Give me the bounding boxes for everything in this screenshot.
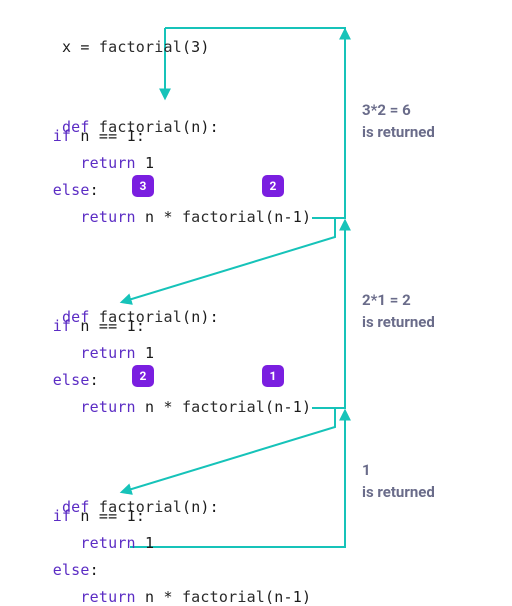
kw-else: else xyxy=(53,181,90,199)
kw-return: return xyxy=(80,208,135,226)
block2-return1: return 1 xyxy=(25,344,154,362)
block1-else: else: xyxy=(25,181,99,199)
ret1-b: is returned xyxy=(362,123,435,141)
block3-else: else: xyxy=(25,561,99,579)
block3-if: if n == 1: xyxy=(25,507,145,525)
block2-else: else: xyxy=(25,371,99,389)
block1-return-rec: return n * factorial(n-1) xyxy=(25,208,311,226)
badge-n-3: 3 xyxy=(132,175,154,197)
kw-return: return xyxy=(80,154,135,172)
badge-arg-2: 2 xyxy=(262,175,284,197)
recursion-diagram: x = factorial(3) def factorial(n): if n … xyxy=(0,0,512,606)
ret3-a: 1 xyxy=(362,461,371,479)
badge-arg-1: 1 xyxy=(262,365,284,387)
ret2-b: is returned xyxy=(362,313,435,331)
var-assign: x = xyxy=(62,38,99,56)
arg-three: (3) xyxy=(182,38,210,56)
block1-if: if n == 1: xyxy=(25,127,145,145)
block3-return1: return 1 xyxy=(25,534,154,552)
fn-name: factorial xyxy=(99,38,182,56)
ret1-a: 3*2 = 6 xyxy=(362,101,411,119)
annotation-return-2: 2*1 = 2 is returned xyxy=(362,290,435,334)
badge-n-2: 2 xyxy=(132,365,154,387)
initial-call: x = factorial(3) xyxy=(25,20,210,74)
param-n: n xyxy=(191,118,200,136)
annotation-return-6: 3*2 = 6 is returned xyxy=(362,100,435,144)
block2-return-rec: return n * factorial(n-1) xyxy=(25,398,311,416)
block2-if: if n == 1: xyxy=(25,317,145,335)
ret3-b: is returned xyxy=(362,483,435,501)
ret2-a: 2*1 = 2 xyxy=(362,291,411,309)
block1-return1: return 1 xyxy=(25,154,154,172)
kw-if: if xyxy=(53,127,71,145)
annotation-return-1: 1 is returned xyxy=(362,460,435,504)
block3-return-rec: return n * factorial(n-1) xyxy=(25,588,311,606)
